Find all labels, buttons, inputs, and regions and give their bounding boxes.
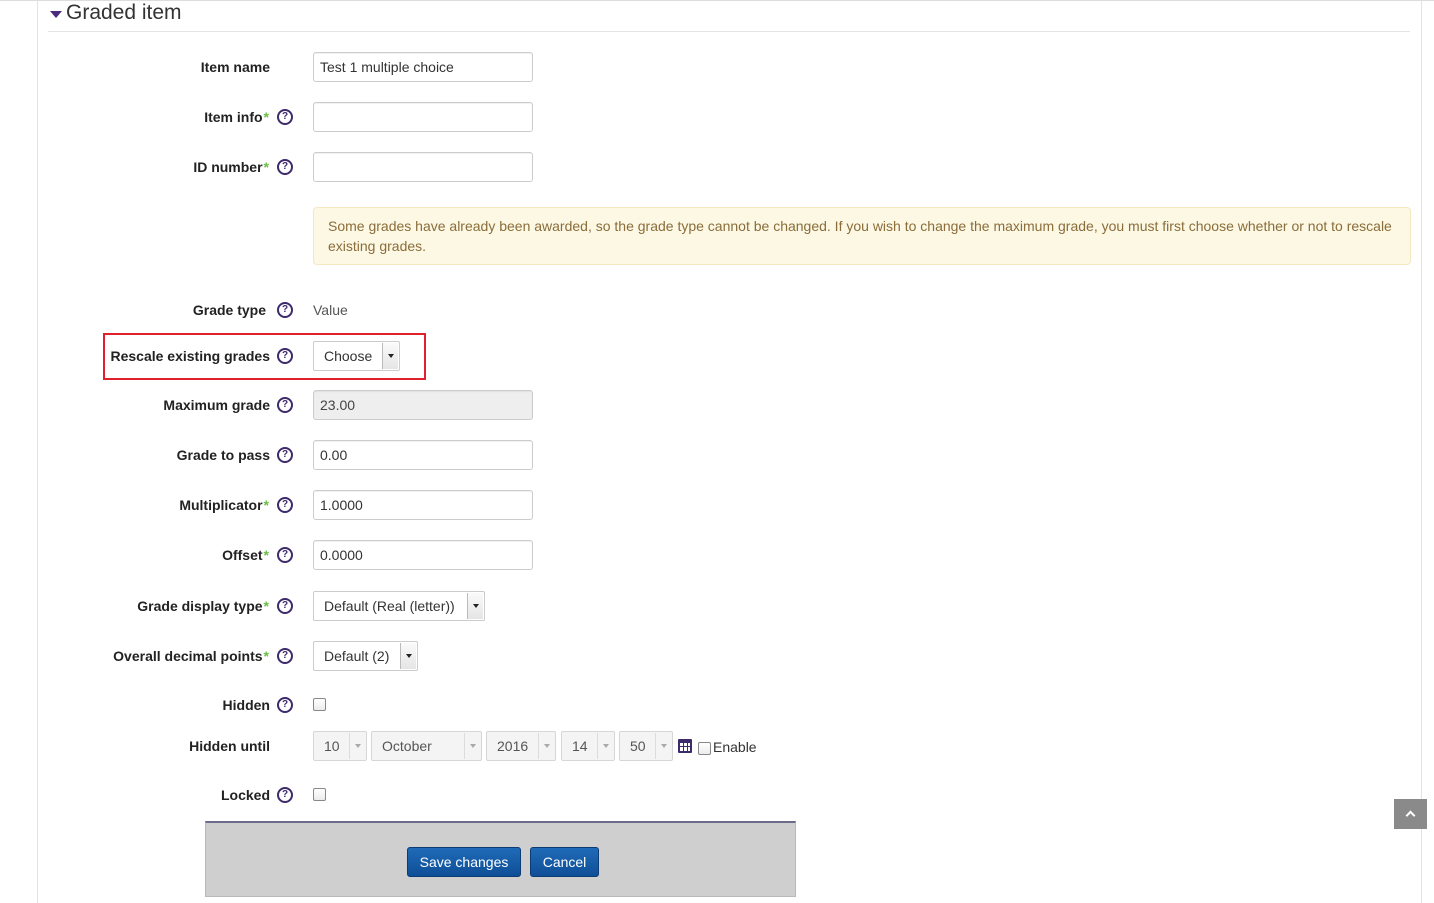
help-icon[interactable]: ? [277, 787, 293, 803]
chevron-down-icon [382, 343, 398, 369]
rescale-select-value: Choose [324, 348, 373, 364]
row-grade-to-pass: Grade to pass ? [0, 440, 1434, 470]
day-value: 10 [324, 738, 340, 754]
help-icon[interactable]: ? [277, 397, 293, 413]
required-marker: * [263, 648, 269, 664]
required-marker: * [263, 547, 269, 563]
form-action-bar: Save changes Cancel [205, 821, 796, 897]
multiplicator-label: Multiplicator * [179, 497, 269, 513]
calendar-icon[interactable] [678, 739, 692, 753]
item-info-label: Item info * [204, 109, 269, 125]
hour-value: 14 [572, 738, 588, 754]
help-icon[interactable]: ? [277, 159, 293, 175]
chevron-down-icon [400, 643, 416, 669]
locked-checkbox[interactable] [313, 788, 326, 801]
save-changes-button[interactable]: Save changes [407, 847, 521, 877]
item-name-label: Item name [200, 59, 270, 75]
grade-display-type-label: Grade display type * [137, 598, 269, 614]
hidden-until-label: Hidden until [189, 738, 270, 754]
multiplicator-input[interactable] [313, 490, 533, 520]
help-icon[interactable]: ? [277, 497, 293, 513]
row-rescale: Rescale existing grades ? Choose [0, 341, 1434, 371]
year-value: 2016 [497, 738, 529, 754]
caret-down-icon [50, 10, 62, 18]
help-icon[interactable]: ? [277, 109, 293, 125]
required-marker: * [263, 109, 269, 125]
help-icon[interactable]: ? [277, 648, 293, 664]
scroll-to-top-button[interactable] [1394, 799, 1427, 829]
section-rule [48, 31, 1410, 32]
rescale-select[interactable]: Choose [313, 341, 400, 371]
id-number-label: ID number * [193, 159, 269, 175]
decimal-points-label: Overall decimal points * [113, 648, 269, 664]
hidden-until-year-select[interactable]: 2016 [486, 731, 556, 761]
hidden-label: Hidden [222, 697, 270, 713]
row-decimal-points: Overall decimal points * ? Default (2) [0, 641, 1434, 671]
enable-checkbox[interactable] [698, 742, 711, 755]
hidden-until-minute-select[interactable]: 50 [619, 731, 673, 761]
help-icon[interactable]: ? [277, 547, 293, 563]
grade-display-type-select[interactable]: Default (Real (letter)) [313, 591, 485, 621]
month-value: October [382, 738, 432, 754]
help-icon[interactable]: ? [277, 598, 293, 614]
grade-type-value: Value [313, 302, 348, 318]
chevron-down-icon [467, 593, 483, 619]
grade-type-label: Grade type [192, 302, 266, 318]
grade-to-pass-input[interactable] [313, 440, 533, 470]
section-legend[interactable]: Graded item [50, 0, 182, 28]
top-divider [0, 0, 1434, 1]
row-maximum-grade: Maximum grade ? [0, 390, 1434, 420]
required-marker: * [263, 497, 269, 513]
grade-display-type-value: Default (Real (letter)) [324, 598, 455, 614]
locked-label: Locked [220, 787, 270, 803]
help-icon[interactable]: ? [277, 348, 293, 364]
chevron-down-icon [597, 733, 613, 759]
hidden-checkbox[interactable] [313, 698, 326, 711]
row-offset: Offset * ? [0, 540, 1434, 570]
rescale-notice: Some grades have already been awarded, s… [313, 207, 1411, 265]
required-marker: * [263, 598, 269, 614]
row-item-name: Item name [0, 52, 1434, 82]
hidden-until-day-select[interactable]: 10 [313, 731, 367, 761]
minute-value: 50 [630, 738, 646, 754]
row-id-number: ID number * ? [0, 152, 1434, 182]
hidden-until-hour-select[interactable]: 14 [561, 731, 615, 761]
decimal-points-select[interactable]: Default (2) [313, 641, 418, 671]
chevron-down-icon [655, 733, 671, 759]
cancel-button[interactable]: Cancel [530, 847, 599, 877]
maximum-grade-label: Maximum grade [163, 397, 270, 413]
help-icon[interactable]: ? [277, 302, 293, 318]
grade-to-pass-label: Grade to pass [176, 447, 270, 463]
chevron-down-icon [464, 733, 480, 759]
maximum-grade-input[interactable] [313, 390, 533, 420]
chevron-down-icon [349, 733, 365, 759]
row-multiplicator: Multiplicator * ? [0, 490, 1434, 520]
item-name-input[interactable] [313, 52, 533, 82]
row-item-info: Item info * ? [0, 102, 1434, 132]
item-info-input[interactable] [313, 102, 533, 132]
row-grade-display-type: Grade display type * ? Default (Real (let… [0, 591, 1434, 621]
offset-label: Offset * [222, 547, 269, 563]
decimal-points-value: Default (2) [324, 648, 390, 664]
chevron-down-icon [538, 733, 554, 759]
rescale-label: Rescale existing grades [110, 348, 270, 364]
row-locked: Locked ? [0, 780, 1434, 810]
offset-input[interactable] [313, 540, 533, 570]
row-hidden: Hidden ? [0, 690, 1434, 720]
id-number-input[interactable] [313, 152, 533, 182]
required-marker: * [263, 159, 269, 175]
section-title: Graded item [66, 1, 182, 24]
help-icon[interactable]: ? [277, 697, 293, 713]
help-icon[interactable]: ? [277, 447, 293, 463]
row-grade-type: Grade type ? Value [0, 295, 1434, 325]
hidden-until-month-select[interactable]: October [371, 731, 482, 761]
enable-label: Enable [713, 739, 757, 755]
